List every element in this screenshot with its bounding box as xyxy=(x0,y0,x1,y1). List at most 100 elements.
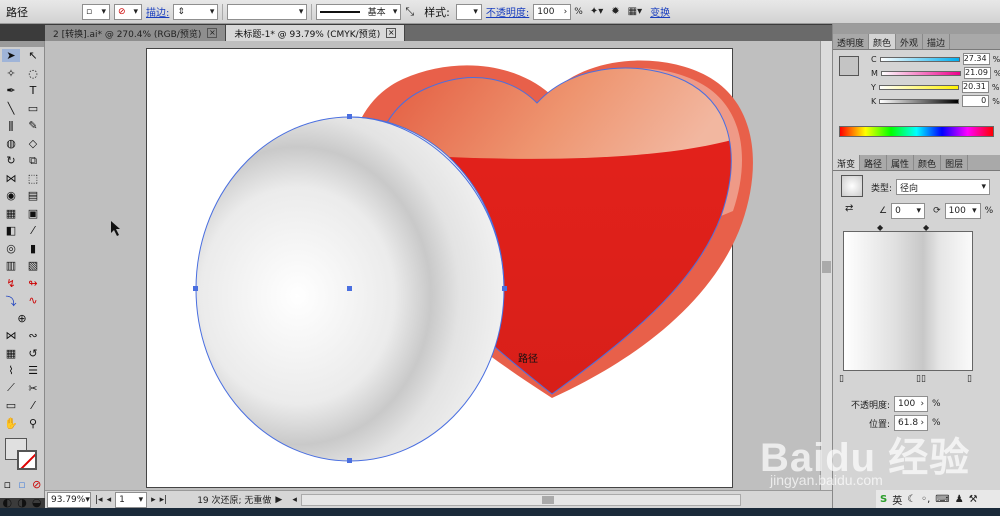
prev-page-icon[interactable]: ◂ xyxy=(107,495,112,505)
tab-stroke[interactable]: 描边 xyxy=(923,34,951,49)
opacity-input[interactable]: 100 › xyxy=(533,3,572,20)
tab-color[interactable]: 颜色 xyxy=(869,34,897,49)
line-tool-icon[interactable]: ╲ xyxy=(2,102,20,115)
fill-swatch[interactable]: ▫ ▾ xyxy=(82,3,110,20)
stroke-weight-select[interactable]: ⇕ ▾ xyxy=(173,3,219,20)
smooth-tool-icon[interactable]: ∿ xyxy=(24,294,42,307)
none-mode-icon[interactable]: ⊘ xyxy=(29,478,44,491)
tab-pathfinder[interactable]: 路径 xyxy=(860,155,888,170)
pencil-tool-icon[interactable]: ✎ xyxy=(24,119,42,132)
midpoint-diamond-icon-2[interactable]: ◆ xyxy=(923,223,929,232)
opacity-link[interactable]: 不透明度: xyxy=(482,4,533,19)
stroke-swatch[interactable]: ⊘ ▾ xyxy=(114,3,142,20)
tab-gradient[interactable]: 渐变 xyxy=(833,155,861,170)
reverse-gradient-icon[interactable]: ⇄ xyxy=(845,203,853,214)
draw-normal-icon[interactable]: ◐ xyxy=(0,496,15,509)
color-stop-right[interactable]: ▯ xyxy=(967,374,972,384)
scale-tool-icon[interactable]: ⧉ xyxy=(24,154,42,168)
magenta-slider[interactable] xyxy=(880,70,961,76)
mesh-tool-icon[interactable]: ▣ xyxy=(24,207,42,220)
stop-opacity-input[interactable]: 100 › xyxy=(894,396,929,412)
hand-tool-icon[interactable]: ✋ xyxy=(2,417,20,430)
tab-appearance[interactable]: 外观 xyxy=(896,34,924,49)
wrinkle-tool-icon[interactable]: ∾ xyxy=(24,329,42,342)
crosshair-icon[interactable]: ⊕ xyxy=(13,312,31,325)
style-select[interactable]: ▾ xyxy=(455,3,482,20)
last-page-icon[interactable]: ▸| xyxy=(160,495,168,505)
graph-tool-icon[interactable]: ▦ xyxy=(2,347,20,360)
draw-inside-icon[interactable]: ◒ xyxy=(29,496,44,509)
direct-selection-tool-icon[interactable]: ↖ xyxy=(24,49,42,62)
cyan-slider[interactable] xyxy=(879,56,960,62)
symbol-sprayer-tool-icon[interactable]: ▮ xyxy=(24,242,42,255)
anchor-point-tool-icon[interactable]: ↯ xyxy=(2,277,20,290)
zoom-tool-icon[interactable]: ⚲ xyxy=(24,417,42,430)
magic-wand-tool-icon[interactable]: ✧ xyxy=(2,67,20,80)
color-stop-middle[interactable]: ▯▯ xyxy=(916,374,926,384)
rectangle-tool-icon[interactable]: ▭ xyxy=(24,102,42,115)
chart-tool-icon[interactable]: ⌇ xyxy=(2,364,20,377)
gradient-slider-preview[interactable] xyxy=(843,231,973,371)
gradient-tool-icon[interactable]: ◧ xyxy=(2,224,20,237)
tab-document-2[interactable]: 未标题-1* @ 93.79% (CMYK/预览) × xyxy=(226,25,406,41)
list-tool-icon[interactable]: ☰ xyxy=(24,364,42,377)
pen-tool-icon[interactable]: ✒ xyxy=(2,84,20,97)
tab-document-1[interactable]: 2 [转换].ai* @ 270.4% (RGB/预览) × xyxy=(45,25,227,41)
close-icon[interactable]: × xyxy=(386,28,397,38)
paintbrush-tool-icon[interactable]: ǁ xyxy=(2,119,20,132)
anchor-bottom[interactable] xyxy=(347,458,352,463)
black-slider[interactable] xyxy=(879,98,960,104)
warp-tool-icon[interactable]: ⋈ xyxy=(2,329,20,342)
zoom-select[interactable]: 93.79% ▾ xyxy=(47,491,91,508)
anchor-top[interactable] xyxy=(347,114,352,119)
slice-tool-icon[interactable]: ▭ xyxy=(2,399,20,412)
magenta-input[interactable]: 21.09 xyxy=(963,67,991,79)
stroke-link[interactable]: 描边: xyxy=(142,4,173,19)
sparkle-icon[interactable]: ✦▾ xyxy=(586,6,607,17)
page-select[interactable]: 1 ▾ xyxy=(115,491,148,508)
free-transform-tool-icon[interactable]: ⬚ xyxy=(24,172,42,185)
color-stop-left[interactable]: ▯ xyxy=(839,374,844,384)
add-anchor-tool-icon[interactable]: ⤵ xyxy=(2,293,20,309)
width-tool-icon[interactable]: ⋈ xyxy=(2,172,20,185)
next-page-icon[interactable]: ▸ xyxy=(151,495,156,505)
pipette-tool-icon[interactable]: ⁄ xyxy=(24,399,42,412)
blend-tool-icon[interactable]: ◎ xyxy=(2,242,20,255)
fill-stroke-swatches[interactable] xyxy=(0,432,44,476)
perspective-grid-tool-icon[interactable]: ▦ xyxy=(2,207,20,220)
center-point[interactable] xyxy=(347,286,352,291)
tab-color-2[interactable]: 颜色 xyxy=(914,155,942,170)
scissors-tool-icon[interactable]: ✂ xyxy=(24,382,42,395)
yellow-slider[interactable] xyxy=(878,84,959,90)
tab-attributes[interactable]: 属性 xyxy=(887,155,915,170)
align-icon[interactable]: ▦▾ xyxy=(624,6,646,17)
gradient-type-select[interactable]: 径向 ▾ xyxy=(896,179,991,195)
cyan-input[interactable]: 27.34 xyxy=(962,53,990,65)
color-spectrum[interactable] xyxy=(839,126,994,137)
anchor-right[interactable] xyxy=(502,286,507,291)
shape-builder-tool-icon[interactable]: ◉ xyxy=(2,189,20,202)
angle-input[interactable]: 0 ▾ xyxy=(891,203,926,219)
gear-icon[interactable]: ✹ xyxy=(607,6,623,17)
transform-link[interactable]: 变换 xyxy=(646,4,674,19)
ime-indicator[interactable]: S 英 ☾ ◦, ⌨ ♟ ⚒ xyxy=(876,490,1000,508)
eraser-tool-icon[interactable]: ◇ xyxy=(24,137,42,150)
color-fill-preview[interactable] xyxy=(839,56,859,76)
eyedropper-tool-icon[interactable]: ⁄ xyxy=(24,224,42,237)
variable-width-select[interactable]: ▾ xyxy=(227,3,308,20)
canvas-area[interactable]: 路径 xyxy=(45,41,820,490)
anchor-left[interactable] xyxy=(193,286,198,291)
midpoint-diamond-icon[interactable]: ◆ xyxy=(877,223,883,232)
blob-brush-tool-icon[interactable]: ◍ xyxy=(2,137,20,150)
lasso-tool-icon[interactable]: ◌ xyxy=(24,67,42,80)
color-mode-icon[interactable]: ▫ xyxy=(0,478,15,491)
selection-tool-icon[interactable]: ➤ xyxy=(2,49,20,63)
black-input[interactable]: 0 xyxy=(962,95,990,107)
artwork-svg[interactable] xyxy=(45,41,820,490)
artboard-tool-icon[interactable]: ▧ xyxy=(24,259,42,272)
tab-layers[interactable]: 图层 xyxy=(941,155,969,170)
aspect-input[interactable]: 100 ▾ xyxy=(944,203,981,219)
recolor-icon[interactable]: ⤡ xyxy=(401,5,418,19)
tab-transparency[interactable]: 透明度 xyxy=(833,34,870,49)
rotate-tool-icon[interactable]: ↻ xyxy=(2,154,20,167)
